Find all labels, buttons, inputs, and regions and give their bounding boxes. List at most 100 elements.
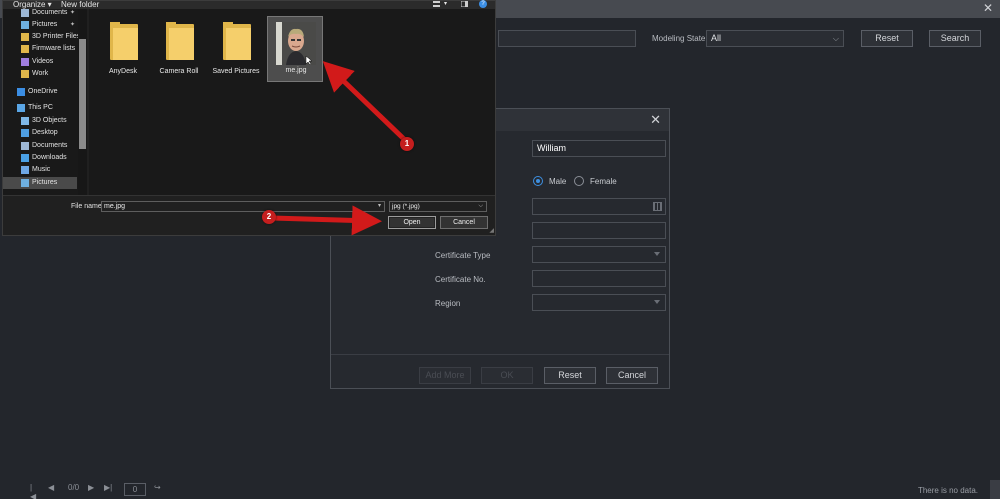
nav-item-pictures[interactable]: Pictures (3, 177, 77, 189)
nav-item-onedrive[interactable]: OneDrive (3, 86, 77, 98)
view-dropdown-icon[interactable]: ▾ (444, 0, 447, 7)
page-input[interactable]: 0 (124, 483, 146, 496)
region-select[interactable] (532, 294, 666, 311)
chevron-down-icon: ⌵ (832, 34, 839, 43)
gender-female-radio[interactable] (574, 176, 584, 186)
ok-button[interactable]: OK (481, 367, 533, 384)
downloads-icon (21, 154, 29, 162)
nav-item-label: This PC (28, 104, 53, 111)
text-field[interactable] (532, 222, 666, 239)
annotation-badge-1: 1 (400, 137, 414, 151)
nav-item-documents[interactable]: Documents (3, 140, 77, 152)
nav-item-label: Firmware lists (32, 45, 76, 52)
resize-grip-icon[interactable]: ◢ (489, 227, 494, 234)
file-list-pane: AnyDesk Camera Roll Saved Pictures me.jpg (89, 9, 495, 195)
chevron-down-icon: ⌵ (478, 203, 483, 209)
folder-item[interactable]: Camera Roll (151, 18, 207, 84)
navigation-pane: Documents ✦ Pictures ✦ 3D Printer Files Firmw… (3, 9, 87, 195)
pictures-icon (21, 21, 29, 29)
prev-page-icon[interactable]: ◀ (48, 483, 54, 492)
pin-icon: ✦ (69, 22, 75, 28)
help-icon[interactable]: ? (479, 0, 487, 8)
nav-item-pictures[interactable]: Pictures ✦ (3, 19, 77, 31)
chevron-down-icon (654, 252, 660, 256)
nav-scroll-thumb[interactable] (79, 39, 86, 149)
folder-item[interactable]: AnyDesk (95, 18, 151, 84)
nav-item-3d-objects[interactable]: 3D Objects (3, 115, 77, 127)
gender-male-radio[interactable] (533, 176, 543, 186)
image-file-item[interactable]: me.jpg (267, 16, 323, 82)
region-label: Region (435, 299, 461, 308)
nav-item-downloads[interactable]: Downloads (3, 152, 77, 164)
file-name-input[interactable]: me.jpg ▾ (101, 201, 385, 212)
cube-icon (21, 117, 29, 125)
chevron-down-icon[interactable]: ▾ (378, 202, 381, 211)
nav-item-label: Desktop (32, 129, 58, 136)
file-dialog-cancel-button[interactable]: Cancel (440, 216, 488, 229)
last-page-icon[interactable]: ▶| (104, 483, 112, 492)
chevron-down-icon (654, 300, 660, 304)
nav-item-work[interactable]: Work (3, 68, 77, 80)
add-more-button[interactable]: Add More (419, 367, 471, 384)
nav-item-music[interactable]: Music (3, 164, 77, 176)
dialog-reset-button[interactable]: Reset (544, 367, 596, 384)
nav-item-label: OneDrive (28, 88, 58, 95)
name-field[interactable]: William (532, 140, 666, 157)
dialog-close-icon[interactable]: ✕ (650, 113, 661, 126)
nav-item-label: 3D Printer Files (32, 33, 81, 40)
cloud-icon (17, 88, 25, 96)
file-label: AnyDesk (108, 68, 137, 75)
folder-icon (110, 22, 138, 60)
app-close-icon[interactable]: ✕ (982, 2, 994, 14)
birthday-field[interactable] (532, 198, 666, 215)
desktop-icon (21, 129, 29, 137)
nav-item-label: Work (32, 70, 49, 77)
nav-item-label: Music (32, 166, 51, 173)
certificate-type-select[interactable] (532, 246, 666, 263)
modeling-state-select[interactable]: All ⌵ (706, 30, 844, 47)
file-label: Saved Pictures (212, 68, 260, 75)
file-name-value: me.jpg (104, 203, 126, 210)
file-type-value: jpg (*.jpg) (392, 203, 420, 210)
open-button[interactable]: Open (388, 216, 436, 229)
documents-icon (21, 142, 29, 150)
folder-item[interactable]: Saved Pictures (208, 18, 264, 84)
filter-input[interactable] (498, 30, 636, 47)
nav-item-videos[interactable]: Videos (3, 56, 77, 68)
nav-item-desktop[interactable]: Desktop (3, 127, 77, 139)
scrollbar[interactable] (990, 480, 1000, 499)
folder-icon (21, 33, 29, 41)
file-type-select[interactable]: jpg (*.jpg) ⌵ (389, 201, 487, 212)
nav-item-this-pc[interactable]: This PC (3, 102, 77, 114)
next-page-icon[interactable]: ▶ (88, 483, 94, 492)
folder-icon (21, 70, 29, 78)
modeling-state-label: Modeling State (652, 34, 706, 43)
search-button[interactable]: Search (929, 30, 981, 47)
nav-item-label: Downloads (32, 154, 67, 161)
certificate-type-label: Certificate Type (435, 251, 491, 260)
file-dialog-footer: File name: me.jpg ▾ jpg (*.jpg) ⌵ Open C… (3, 195, 495, 235)
nav-item-label: 3D Objects (32, 117, 67, 124)
view-options-icon[interactable] (433, 1, 440, 7)
folder-icon (166, 22, 194, 60)
music-icon (21, 166, 29, 174)
dialog-cancel-button[interactable]: Cancel (606, 367, 658, 384)
divider (331, 354, 669, 355)
no-data-text: There is no data. (917, 486, 978, 495)
nav-item-firmware-lists[interactable]: Firmware lists (3, 43, 77, 55)
nav-item-3d-printer-files[interactable]: 3D Printer Files (3, 31, 81, 43)
file-open-dialog: Organize ▾ New folder ▾ ? Documents ✦ Pict… (2, 0, 496, 236)
preview-pane-icon[interactable] (461, 1, 468, 7)
reset-filter-button[interactable]: Reset (861, 30, 913, 47)
folder-icon (223, 22, 251, 60)
calendar-icon[interactable] (653, 202, 662, 211)
first-page-icon[interactable]: |◀ (30, 483, 36, 499)
go-page-icon[interactable]: ↪ (154, 483, 161, 492)
nav-scrollbar[interactable] (78, 9, 87, 195)
nav-item-documents[interactable]: Documents ✦ (3, 7, 77, 19)
file-label: me.jpg (285, 67, 307, 74)
folder-icon (21, 45, 29, 53)
pc-icon (17, 104, 25, 112)
certificate-no-field[interactable] (532, 270, 666, 287)
nav-item-label: Pictures (32, 179, 58, 186)
